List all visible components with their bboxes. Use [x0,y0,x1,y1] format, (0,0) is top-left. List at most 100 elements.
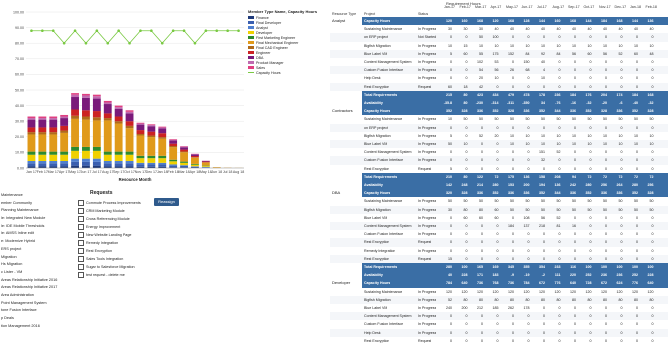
project-list-item[interactable]: Maintenance [1,192,71,200]
column-header: Oct-17 [583,5,595,9]
column-header: Nov-17 [599,5,611,9]
table-cell: Content Management System [364,60,412,64]
table-cell: 0 [481,125,483,130]
table-cell: 0 [605,84,607,89]
project-list-item[interactable]: le: AMSS Inline edit [1,230,71,238]
project-list-item[interactable]: tion Management 2016 [1,323,71,331]
table-row: Content Management System In Progress 0 0 10… [330,58,668,66]
bar-segment-final-mechanical-engineer [114,123,123,152]
table-cell: 0 [558,248,561,253]
table-cell: 144 [539,19,545,23]
table-cell: 10 [634,133,638,138]
bar-segment-dba [103,104,112,114]
table-cell: 264 [616,183,623,187]
table-cell: 0 [620,240,623,245]
request-item[interactable]: Commute Process Improvements [78,199,158,207]
request-item[interactable]: CRM Marketing Module [78,207,158,215]
request-item[interactable]: Energy Improvement [78,223,158,231]
table-row: Content Management System In Progress 0 0 0 0… [330,312,668,321]
project-list-item[interactable]: ember Community [1,200,71,208]
table-cell: 0 [620,60,623,64]
project-list-item[interactable]: tone Fusion Interface [1,307,71,315]
capacity-hours-point [139,29,142,33]
table-cell: 10 [463,142,468,146]
project-list-item[interactable]: Areas Relationship Initiative 2017 [1,284,71,292]
project-list-item[interactable]: Area Administration [1,292,71,300]
bar-segment-engineer [169,143,178,147]
table-cell: 0 [543,166,545,171]
table-cell: 80 [463,101,468,105]
y-tick-label: 80.00 [15,42,24,46]
table-cell: 81 [556,224,561,228]
table-cell: 10 [603,133,607,138]
project-list-item[interactable]: c Lister - VM [1,269,71,277]
request-checkbox[interactable] [78,240,84,246]
project-list-item[interactable]: Hs Migration [1,261,71,269]
table-cell: 0 [527,256,530,261]
request-item[interactable]: Rest Encryption [78,247,158,255]
table-cell: 30 [479,27,483,32]
bar-segment-final-mechanical-engineer [49,134,58,152]
request-checkbox[interactable] [78,264,84,270]
request-checkbox[interactable] [78,208,84,214]
request-checkbox[interactable] [78,232,84,238]
request-item[interactable]: Remedy Integration [78,239,158,247]
table-cell: 0 [589,232,592,237]
bar-segment-sales [92,94,101,97]
table-cell: 0 [481,256,483,261]
request-checkbox[interactable] [78,216,84,222]
request-checkbox[interactable] [78,200,84,206]
table-cell: 10 [649,142,654,146]
table-cell: Bigfish Migration [364,133,391,138]
table-cell: 0 [620,68,623,73]
project-list-item[interactable]: ERS project [1,246,71,254]
project-list-item[interactable]: Point Management System [1,300,71,308]
table-cell: 0 [496,232,499,237]
project-list-item[interactable]: p Deals [1,315,71,323]
project-list-item[interactable]: Migration [1,254,71,262]
table-cell: 0 [543,248,545,253]
bar-segment-final-mechanical-engineer [103,120,112,152]
x-tick-label: Feb 17 [37,170,48,174]
table-cell: 53 [494,60,499,64]
table-cell: 0 [558,322,561,327]
table-cell: 40 [494,27,499,32]
request-item[interactable]: Cross Referencing Module [78,215,158,223]
request-checkbox[interactable] [78,248,84,254]
table-cell: 336 [616,109,623,114]
table-cell: 10 [556,142,561,146]
project-list-item[interactable]: le: Integrated New Module [1,215,71,223]
table-cell: -76 [555,101,561,105]
request-item[interactable]: New Website Landing Page [78,231,158,239]
table-cell: 30 [448,207,452,212]
table-cell: In Progress [418,117,437,122]
table-cell: -350 [522,101,530,105]
request-checkbox[interactable] [78,272,84,278]
table-cell: 280 [585,183,592,187]
request-checkbox[interactable] [78,224,84,230]
request-item[interactable]: Sugar to Salesforce Migration [78,263,158,271]
bar-segment-final-developer [147,164,156,167]
reassign-button[interactable]: Reassign [154,198,179,206]
table-cell: In Progress [418,289,437,294]
table-cell: 10 [510,142,514,146]
table-cell: 0 [450,35,452,40]
table-cell: 72 [603,174,607,179]
table-cell: 50 [525,199,530,204]
project-list-item[interactable]: Areas Relationship Initiative 2016 [1,277,71,285]
bar-segment-product-manager [92,96,101,99]
table-row: Rest Encryption Request 5 0 0 0 0 0 0 0 0 0 0 0 0 0 [330,165,668,173]
table-cell: 0 [574,330,576,335]
request-item[interactable]: test request - delete me [78,271,158,279]
request-item[interactable]: Sales Tools Integration [78,255,158,263]
project-list-item[interactable]: Planning Maintenance [1,207,71,215]
table-cell: 624 [616,281,623,286]
table-cell: 10 [618,133,623,138]
project-list-item[interactable]: e: Modernize Hybrid [1,238,71,246]
project-list-item[interactable]: le: IDE Mobile Thresholds [1,223,71,231]
table-cell: 54 [479,68,483,73]
x-tick-label: Mar 18 [178,170,189,174]
request-checkbox[interactable] [78,256,84,262]
table-cell: 0 [651,125,654,130]
table-cell: 0 [481,314,483,319]
